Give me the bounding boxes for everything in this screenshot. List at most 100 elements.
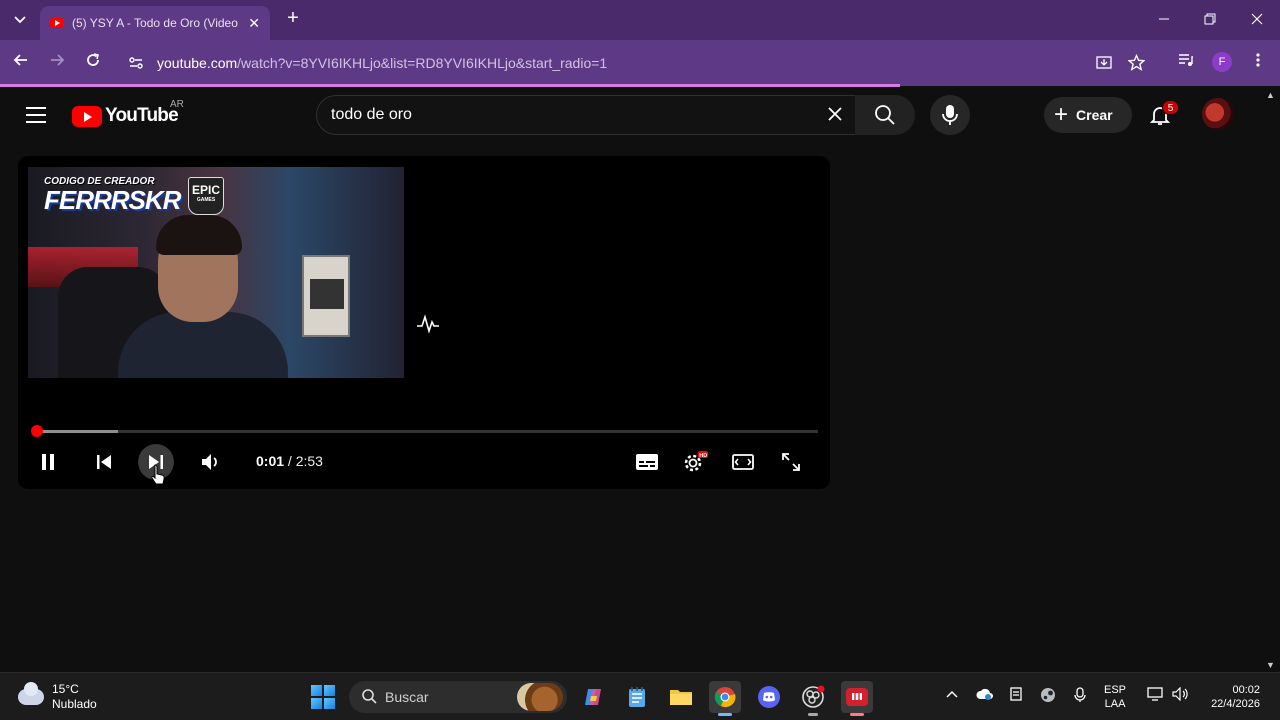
chrome-icon [714, 687, 736, 708]
network-icon[interactable] [1146, 687, 1166, 707]
bookmark-star-icon[interactable] [1128, 54, 1145, 71]
browser-tab-active[interactable]: (5) YSY A - Todo de Oro (Video ✕ [40, 6, 270, 40]
fullscreen-button[interactable] [777, 448, 805, 476]
mouse-cursor-icon [151, 464, 165, 485]
chrome-app[interactable] [709, 681, 741, 716]
speaker-icon[interactable] [1171, 686, 1191, 707]
youtube-masthead: YouTube AR + Crear 5 [0, 88, 1268, 144]
clear-search-icon[interactable] [823, 104, 847, 128]
address-bar[interactable]: youtube.com/watch?v=8YVI6IKHLjo&list=RD8… [120, 47, 1160, 79]
clock-date: 22/4/2026 [1211, 698, 1260, 710]
forward-button[interactable] [46, 52, 68, 74]
browser-menu-button[interactable] [1247, 52, 1269, 74]
restore-button[interactable] [1198, 8, 1222, 32]
minimize-icon [1159, 18, 1169, 20]
forward-arrow-icon [51, 54, 65, 66]
create-label: Crear [1076, 107, 1113, 123]
page-load-progress [0, 84, 900, 87]
video-frame[interactable]: CODIGO DE CREADOR FERRRSKR EPIC GAMES [28, 167, 404, 378]
copilot-icon [585, 689, 601, 705]
progress-bar[interactable] [30, 425, 818, 437]
obs-icon [802, 685, 825, 708]
youtube-favicon-icon [50, 18, 64, 28]
plus-icon: + [1054, 101, 1069, 128]
pause-button[interactable] [34, 448, 62, 476]
weather-condition: Nublado [52, 697, 97, 711]
tab-search-button[interactable] [8, 8, 32, 32]
weather-widget[interactable]: 15°C Nublado [18, 682, 97, 712]
current-time: 0:01 [256, 453, 285, 469]
svg-text:HD: HD [699, 453, 707, 459]
mute-button[interactable] [196, 448, 224, 476]
theater-mode-button[interactable] [729, 448, 757, 476]
audio-waveform-icon [417, 314, 439, 334]
progress-buffered [32, 430, 119, 433]
video-player[interactable]: CODIGO DE CREADOR FERRRSKR EPIC GAMES 0:0… [18, 156, 830, 489]
media-controls-button[interactable] [1175, 52, 1197, 74]
cloud-icon [18, 682, 44, 705]
discord-app[interactable] [753, 681, 785, 713]
duration: 2:53 [295, 453, 323, 469]
search-icon [875, 105, 895, 125]
notepad-icon [629, 687, 645, 707]
skip-previous-icon [97, 455, 111, 469]
scroll-down-arrow-icon[interactable]: ▼ [1266, 660, 1275, 670]
minimize-button[interactable] [1152, 8, 1176, 32]
microphone-icon [942, 105, 958, 125]
close-window-button[interactable] [1245, 8, 1269, 32]
file-explorer-app[interactable] [665, 681, 697, 713]
reload-button[interactable] [82, 52, 104, 74]
copilot-app[interactable] [577, 681, 609, 713]
browser-toolbar: youtube.com/watch?v=8YVI6IKHLjo&list=RD8… [0, 40, 1280, 86]
account-avatar[interactable] [1202, 98, 1234, 130]
url-path: /watch?v=8YVI6IKHLjo&list=RD8YVI6IKHLjo&… [237, 55, 608, 71]
theater-mode-icon [732, 454, 754, 470]
chevron-down-icon [14, 16, 26, 24]
microphone-tray-icon[interactable] [1070, 687, 1090, 707]
back-button[interactable] [10, 52, 32, 74]
steam-icon[interactable] [1038, 687, 1058, 707]
back-arrow-icon [13, 54, 27, 66]
start-windows-icon[interactable] [311, 685, 335, 709]
url-text: youtube.com/watch?v=8YVI6IKHLjo&list=RD8… [157, 55, 607, 71]
profile-avatar[interactable]: F [1212, 52, 1232, 72]
voice-search-button[interactable] [930, 95, 970, 135]
taskbar-search[interactable]: Buscar [349, 681, 567, 713]
search-input[interactable] [331, 104, 811, 126]
install-app-icon[interactable] [1096, 55, 1112, 71]
youtube-logo[interactable]: YouTube AR [72, 99, 184, 127]
game-app[interactable] [841, 681, 873, 716]
input-language[interactable]: ESP LAA [1104, 683, 1126, 711]
browser-tabstrip: (5) YSY A - Todo de Oro (Video ✕ + [0, 0, 1280, 40]
notification-count-badge: 5 [1162, 100, 1179, 115]
show-hidden-icons-chevron-icon[interactable] [942, 687, 962, 707]
obs-app[interactable] [797, 681, 829, 716]
folder-icon [670, 690, 692, 705]
epic-games-logo: EPIC GAMES [188, 177, 224, 215]
search-button[interactable] [855, 95, 915, 135]
gear-icon: HD [684, 451, 708, 472]
notepad-app[interactable] [621, 681, 653, 713]
subtitles-button[interactable] [633, 448, 661, 476]
onedrive-icon[interactable] [975, 687, 995, 707]
scrubber-handle[interactable] [30, 425, 43, 437]
close-icon [1251, 13, 1263, 25]
windows-taskbar: 15°C Nublado Buscar ESP LAA 00:02 22/4/2… [0, 672, 1280, 720]
discord-icon [758, 686, 780, 708]
scroll-up-arrow-icon[interactable]: ▲ [1266, 90, 1275, 100]
restore-icon [1204, 13, 1216, 25]
new-tab-button[interactable]: + [282, 8, 304, 30]
previous-button[interactable] [90, 448, 118, 476]
site-settings-icon[interactable] [128, 55, 144, 71]
guide-menu-icon[interactable] [26, 107, 46, 123]
country-code: AR [170, 99, 184, 110]
subtitles-icon [636, 454, 658, 470]
volume-icon [202, 454, 217, 470]
taskbar-search-placeholder: Buscar [385, 689, 429, 705]
settings-button[interactable]: HD [681, 448, 709, 476]
create-button[interactable]: + Crear [1044, 97, 1132, 133]
tab-close-icon[interactable]: ✕ [248, 15, 260, 32]
fullscreen-icon [782, 453, 800, 471]
clock[interactable]: 00:02 22/4/2026 [1196, 683, 1260, 711]
tray-app-icon[interactable] [1006, 687, 1026, 707]
